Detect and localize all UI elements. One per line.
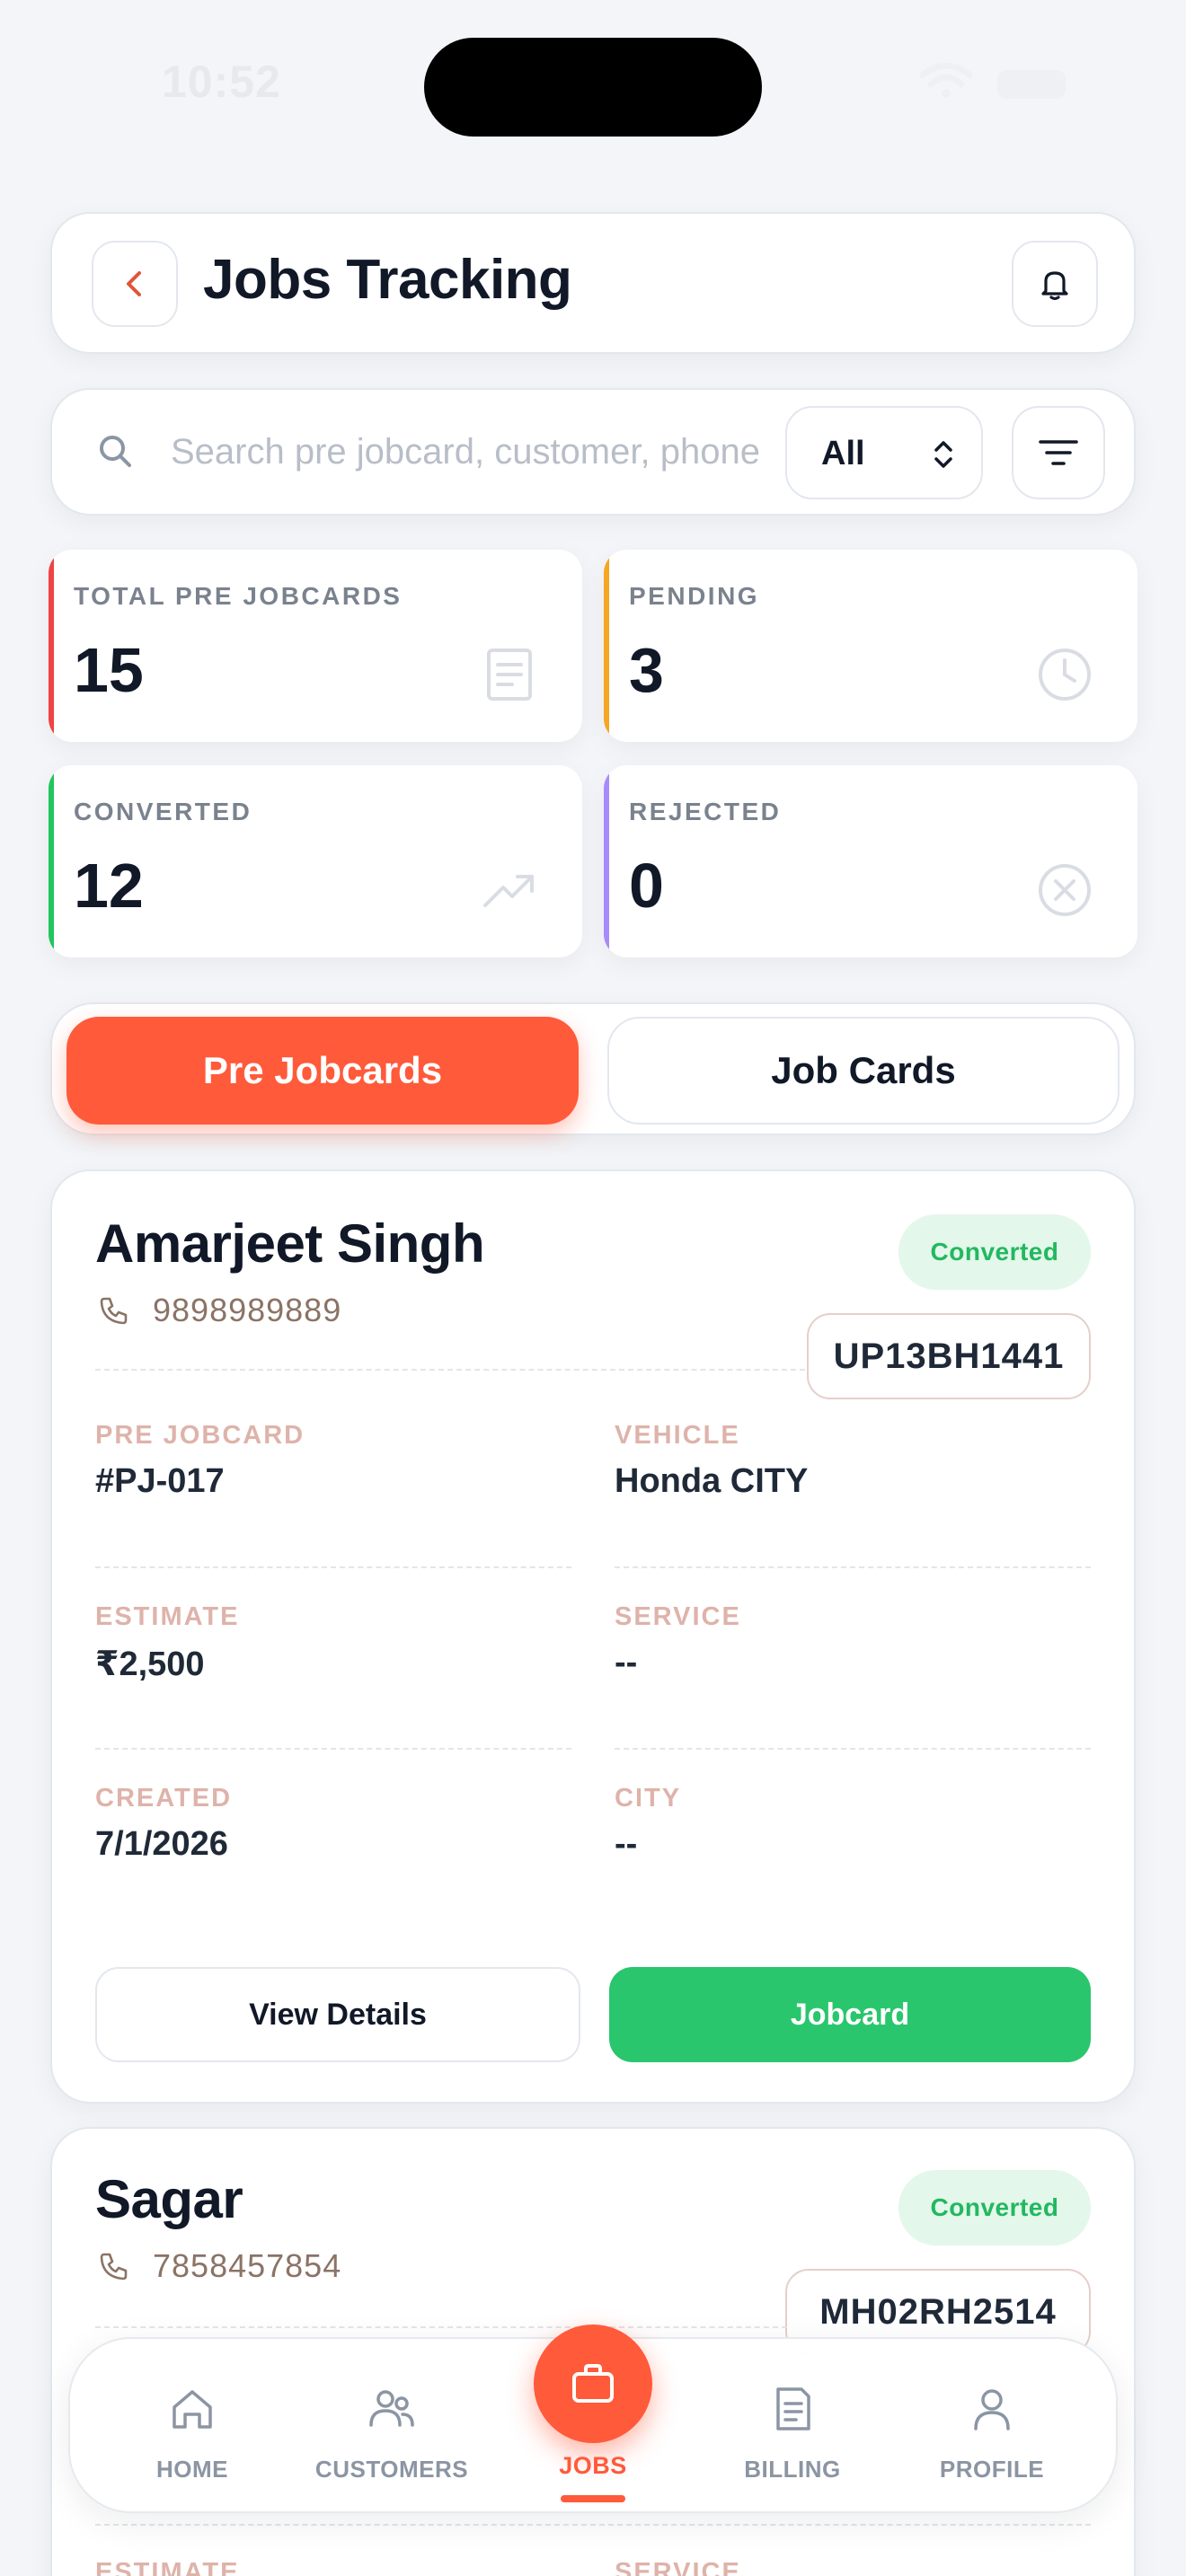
customer-name: Amarjeet Singh <box>95 1213 485 1274</box>
stat-accent-bar <box>49 765 54 957</box>
stat-value: 3 <box>629 635 664 705</box>
view-details-button[interactable]: View Details <box>95 1967 580 2062</box>
tab-job-cards[interactable]: Job Cards <box>607 1017 1120 1125</box>
stat-converted: CONVERTED 12 <box>49 765 582 957</box>
stat-total-pre-jobcards: TOTAL PRE JOBCARDS 15 <box>49 550 582 742</box>
notifications-button[interactable] <box>1012 241 1098 327</box>
city-label: CITY <box>615 1784 682 1813</box>
back-button[interactable] <box>92 241 178 327</box>
status-badge: Converted <box>898 2170 1091 2245</box>
nav-jobs-label[interactable]: JOBS <box>503 2452 683 2480</box>
vehicle-value: Honda CITY <box>615 1462 809 1500</box>
divider <box>615 1748 1091 1750</box>
filter-button[interactable] <box>1012 406 1105 499</box>
vehicle-label: VEHICLE <box>615 1421 740 1450</box>
trending-up-icon <box>483 875 534 907</box>
estimate-label: ESTIMATE <box>95 1602 240 1631</box>
search-icon <box>100 436 131 467</box>
nav-customers-label: CUSTOMERS <box>314 2456 469 2483</box>
filter-icon <box>1039 440 1078 465</box>
billing-icon <box>776 2387 810 2430</box>
customer-phone: 9898989889 <box>153 1292 342 1328</box>
created-value: 7/1/2026 <box>95 1825 228 1863</box>
phone-icon <box>100 2253 128 2280</box>
stat-pending: PENDING 3 <box>604 550 1137 742</box>
nav-jobs-button[interactable] <box>534 2325 652 2443</box>
nav-profile-label: PROFILE <box>939 2456 1045 2483</box>
nav-home-label: HOME <box>156 2456 228 2483</box>
created-label: CREATED <box>95 1784 233 1813</box>
battery-icon <box>997 70 1066 99</box>
nav-home[interactable]: HOME <box>93 2359 291 2493</box>
divider <box>95 1748 571 1750</box>
pre-jobcard-value: #PJ-017 <box>95 1462 225 1500</box>
chevron-up-down-icon <box>934 441 952 468</box>
jobcard-button[interactable]: Jobcard <box>609 1967 1091 2062</box>
city-value: -- <box>615 1825 638 1863</box>
stat-label: REJECTED <box>629 798 782 825</box>
tab-pre-jobcards[interactable]: Pre Jobcards <box>66 1017 579 1125</box>
header-bar: Jobs Tracking <box>50 212 1136 354</box>
document-icon <box>487 648 532 701</box>
divider <box>95 2524 1091 2526</box>
stat-accent-bar <box>604 550 609 742</box>
clock-icon <box>1039 648 1091 701</box>
divider <box>95 1369 805 1371</box>
divider <box>95 1566 571 1568</box>
divider <box>615 1566 1091 1568</box>
wifi-icon <box>920 63 972 98</box>
job-card[interactable]: Amarjeet Singh 9898989889 Converted UP13… <box>50 1169 1136 2104</box>
bell-icon <box>1041 271 1068 301</box>
status-filter-select[interactable]: All <box>785 406 983 499</box>
stat-accent-bar <box>604 765 609 957</box>
stat-value: 12 <box>74 851 144 921</box>
stat-accent-bar <box>49 550 54 742</box>
phone-icon <box>100 1297 128 1325</box>
service-label: SERVICE <box>615 2558 741 2576</box>
service-label: SERVICE <box>615 1602 741 1631</box>
vehicle-plate: UP13BH1441 <box>807 1313 1091 1399</box>
status-badge: Converted <box>898 1214 1091 1290</box>
service-value: -- <box>615 1644 638 1681</box>
page-title: Jobs Tracking <box>203 249 572 311</box>
stat-value: 0 <box>629 851 664 921</box>
divider <box>95 2326 787 2328</box>
stat-value: 15 <box>74 635 144 705</box>
stat-label: PENDING <box>629 582 760 610</box>
estimate-label: ESTIMATE <box>95 2558 240 2576</box>
nav-billing[interactable]: BILLING <box>694 2359 891 2493</box>
chevron-left-icon <box>127 271 141 296</box>
pre-jobcard-label: PRE JOBCARD <box>95 1421 305 1450</box>
nav-active-indicator <box>561 2495 625 2502</box>
profile-icon <box>974 2389 1010 2430</box>
nav-profile[interactable]: PROFILE <box>893 2359 1091 2493</box>
x-circle-icon <box>1039 864 1091 916</box>
stat-label: TOTAL PRE JOBCARDS <box>74 582 403 610</box>
status-filter-value: All <box>821 435 865 472</box>
estimate-value: ₹2,500 <box>95 1645 205 1683</box>
search-bar: All <box>50 388 1136 516</box>
customer-phone: 7858457854 <box>153 2247 342 2284</box>
nav-billing-label: BILLING <box>744 2456 841 2483</box>
briefcase-icon <box>572 2364 614 2403</box>
customer-name: Sagar <box>95 2169 243 2229</box>
tab-switcher: Pre Jobcards Job Cards <box>50 1002 1136 1135</box>
status-time: 10:52 <box>162 57 281 107</box>
nav-customers[interactable]: CUSTOMERS <box>293 2359 491 2493</box>
stat-rejected: REJECTED 0 <box>604 765 1137 957</box>
dynamic-island <box>424 38 762 137</box>
customers-icon <box>369 2390 414 2427</box>
stat-label: CONVERTED <box>74 798 252 825</box>
home-icon <box>173 2390 212 2429</box>
search-input[interactable] <box>171 424 800 480</box>
